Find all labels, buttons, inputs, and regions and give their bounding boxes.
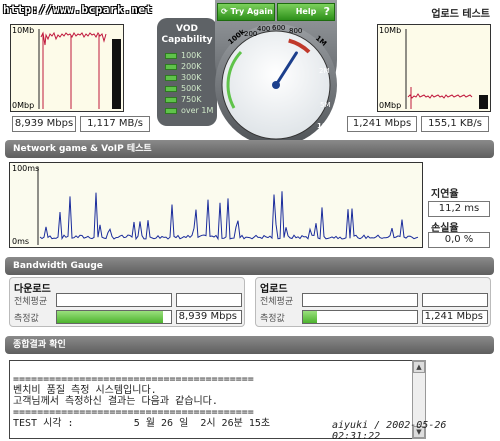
scroll-up-icon[interactable]: ▲ bbox=[413, 361, 425, 373]
measurement-stamp: aiyuki / 2002-05-26 02:31:22 bbox=[332, 420, 447, 441]
upload-measured-value: 1,241 Mbps bbox=[422, 310, 488, 324]
download-avg-label: 전체평균 bbox=[14, 297, 48, 307]
bandwidth-section-header: Bandwidth Gauge bbox=[5, 257, 494, 275]
vod-led-icon bbox=[165, 107, 177, 114]
upload-bandwidth-title: 업로드 bbox=[260, 284, 288, 295]
site-url: http://www.bcpark.net bbox=[3, 3, 153, 16]
gauge-scale-5m: 5M bbox=[320, 101, 331, 109]
upload-avg-bar bbox=[302, 293, 418, 307]
vod-capability-panel: VOD Capability 100K 200K 300K 500K 750K … bbox=[157, 18, 217, 126]
latency-line bbox=[39, 191, 419, 241]
download-graph-plot bbox=[38, 29, 121, 109]
vod-title-line1: VOD bbox=[176, 24, 198, 34]
loss-value: 0,0 % bbox=[428, 232, 490, 248]
download-speed-line bbox=[40, 31, 107, 46]
download-speed-mbs: 1,117 MB/s bbox=[80, 116, 150, 132]
vod-level-100k: 100K bbox=[165, 50, 217, 61]
upload-speed-mbps: 1,241 Mbps bbox=[347, 116, 417, 132]
latency-graph: 100ms 0ms bbox=[9, 162, 423, 248]
vod-led-icon bbox=[165, 85, 177, 92]
upload-speed-kbs: 155,1 KB/s bbox=[421, 116, 489, 132]
result-line: 벤치비 품질 측정 시스템입니다. bbox=[13, 385, 157, 396]
vod-led-icon bbox=[165, 96, 177, 103]
vod-level-200k: 200K bbox=[165, 61, 217, 72]
download-measured-value: 8,939 Mbps bbox=[176, 310, 242, 324]
vod-level-750k: 750K bbox=[165, 94, 217, 105]
help-button[interactable]: Help ? bbox=[277, 3, 335, 21]
gauge-scale-200: 200 bbox=[244, 30, 258, 38]
help-icon: ? bbox=[323, 5, 330, 18]
download-avg-bar bbox=[56, 293, 172, 307]
speed-gauge: ⟳ Try Again Help ? 100k 200 400 600 800 … bbox=[211, 0, 341, 150]
upload-avg-value bbox=[422, 293, 488, 307]
upload-test-title: 업로드 테스트 bbox=[431, 9, 490, 20]
vod-level-500k: 500K bbox=[165, 83, 217, 94]
result-line: ======================================== bbox=[13, 374, 254, 385]
download-graph: 10Mb 0Mbp bbox=[10, 24, 124, 112]
upload-bandwidth-panel: 업로드 전체평균 측정값 1,241 Mbps bbox=[255, 277, 491, 327]
latency-value: 11,2 ms bbox=[428, 201, 490, 217]
upload-measured-fill bbox=[303, 311, 317, 323]
upload-graph: 10Mb 0Mbp bbox=[377, 24, 491, 112]
upload-measured-label: 측정값 bbox=[260, 314, 285, 324]
download-bandwidth-title: 다운로드 bbox=[14, 284, 51, 295]
upload-speed-line bbox=[407, 93, 473, 99]
vod-level-300k: 300K bbox=[165, 72, 217, 83]
latency-label: 지연율 bbox=[431, 189, 459, 200]
refresh-icon: ⟳ bbox=[221, 7, 228, 16]
gauge-scale-400: 400 bbox=[257, 25, 271, 33]
vod-led-icon bbox=[165, 63, 177, 70]
gauge-scale-10m: 10M bbox=[317, 122, 334, 130]
result-line: 고객님께서 측정하신 결과는 다음과 같습니다. bbox=[13, 396, 218, 407]
upload-graph-plot bbox=[405, 29, 488, 109]
try-again-label: Try Again bbox=[230, 7, 273, 16]
network-section-header: Network game & VoIP 테스트 bbox=[5, 140, 494, 158]
vod-led-icon bbox=[165, 52, 177, 59]
gauge-scale-2m: 2M bbox=[319, 67, 330, 75]
result-section-header: 종합결과 확인 bbox=[5, 336, 494, 354]
vod-title-line2: Capability bbox=[161, 35, 213, 45]
download-speed-mbps: 8,939 Mbps bbox=[12, 116, 76, 132]
result-line: ======================================== bbox=[13, 407, 254, 418]
vod-led-icon bbox=[165, 74, 177, 81]
latency-plot bbox=[37, 167, 419, 245]
gauge-scale-600: 600 bbox=[272, 24, 286, 32]
upload-avg-label: 전체평균 bbox=[260, 297, 294, 307]
download-avg-value bbox=[176, 293, 242, 307]
download-bandwidth-panel: 다운로드 전체평균 측정값 8,939 Mbps bbox=[9, 277, 245, 327]
try-again-button[interactable]: ⟳ Try Again bbox=[217, 3, 275, 21]
vod-level-over-1m: over 1M bbox=[165, 105, 217, 116]
gauge-scale-800: 800 bbox=[289, 27, 303, 35]
upload-measured-bar bbox=[302, 310, 418, 324]
download-measured-bar bbox=[56, 310, 172, 324]
download-measured-fill bbox=[57, 311, 164, 323]
download-measured-label: 측정값 bbox=[14, 314, 39, 324]
help-label: Help bbox=[295, 7, 317, 16]
